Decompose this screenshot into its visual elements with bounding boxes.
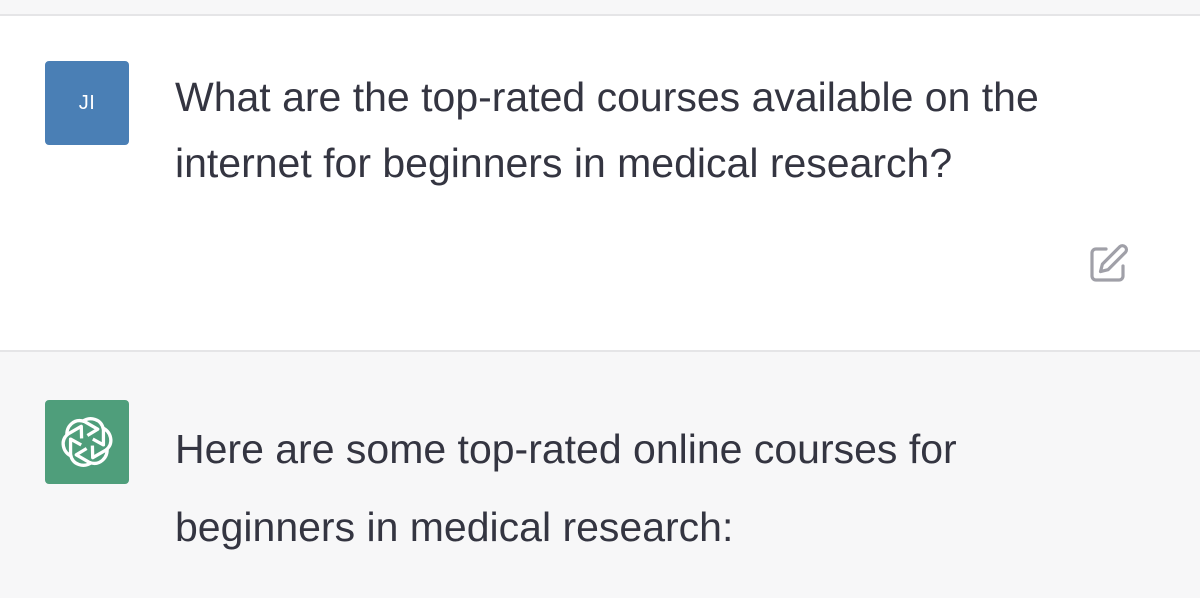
assistant-avatar <box>45 400 129 484</box>
user-message-text: What are the top-rated courses available… <box>175 74 1039 186</box>
user-avatar-initials: JI <box>78 91 96 114</box>
chat-thread: JI What are the top-rated courses availa… <box>0 0 1200 598</box>
user-message: JI What are the top-rated courses availa… <box>0 16 1200 352</box>
assistant-message: Here are some top-rated online courses f… <box>0 354 1200 598</box>
assistant-message-text: Here are some top-rated online courses f… <box>175 426 957 550</box>
previous-message-edge <box>0 0 1200 16</box>
edit-message-button[interactable] <box>1086 240 1132 286</box>
user-avatar: JI <box>45 61 129 145</box>
edit-icon <box>1090 244 1128 282</box>
openai-logo-icon <box>58 414 116 470</box>
